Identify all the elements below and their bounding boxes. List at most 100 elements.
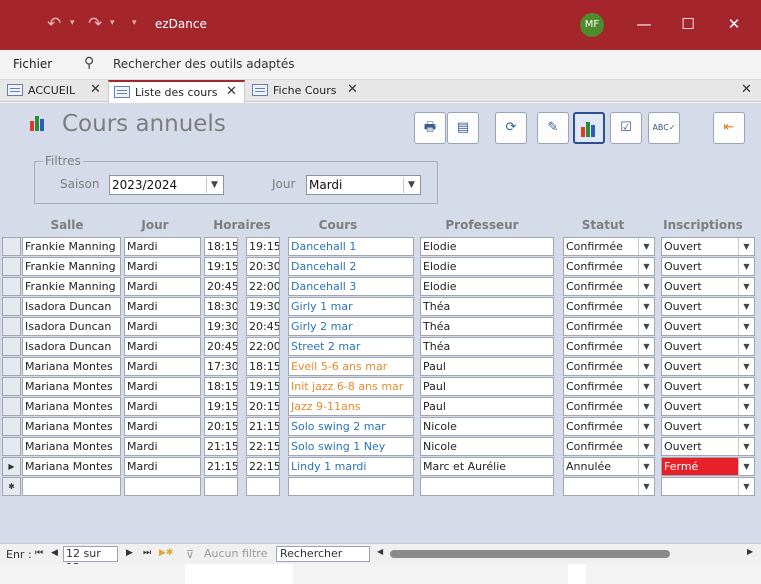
cell-debut[interactable]: 18:15 — [204, 237, 238, 256]
cell-inscr[interactable]: Ouvert ▼ — [661, 397, 755, 416]
first-record-icon[interactable]: ⏮ — [35, 548, 43, 558]
refresh-button[interactable]: ⟳ — [495, 112, 527, 144]
cell-jour[interactable]: Mardi — [124, 277, 201, 296]
tab-liste-des-cours[interactable]: Liste des cours ✕ — [108, 80, 245, 103]
cell-salle[interactable]: Isadora Duncan — [22, 337, 121, 356]
cell-cours[interactable]: Girly 1 mar — [288, 297, 414, 316]
cell-fin[interactable]: 19:30 — [246, 297, 280, 316]
record-search-input[interactable]: Rechercher — [276, 546, 370, 562]
chevron-down-icon[interactable]: ▼ — [638, 378, 654, 395]
cell-prof[interactable]: Théa — [420, 337, 554, 356]
tell-me-search[interactable]: Rechercher des outils adaptés — [113, 57, 295, 71]
cell-prof[interactable]: Paul — [420, 377, 554, 396]
chevron-down-icon[interactable]: ▼ — [638, 398, 654, 415]
cell-cours[interactable]: Dancehall 3 — [288, 277, 414, 296]
row-selector[interactable]: ▶ — [2, 457, 21, 476]
cell-statut[interactable]: Confirmée ▼ — [563, 417, 655, 436]
chevron-down-icon[interactable]: ▼ — [738, 438, 754, 455]
cell-fin[interactable]: 18:15 — [246, 357, 280, 376]
chevron-down-icon[interactable]: ▼ — [738, 478, 754, 495]
close-button[interactable]: ✕ — [723, 13, 745, 35]
undo-icon[interactable]: ↶ — [47, 14, 61, 34]
search-icon[interactable]: ⚲ — [84, 55, 94, 71]
cell-salle[interactable] — [22, 477, 121, 496]
cell-cours[interactable]: Dancehall 1 — [288, 237, 414, 256]
cell-inscr[interactable]: Ouvert ▼ — [661, 337, 755, 356]
row-selector[interactable] — [2, 277, 21, 296]
cell-cours[interactable]: Eveil 5-6 ans mar — [288, 357, 414, 376]
cell-cours[interactable]: Solo swing 2 mar — [288, 417, 414, 436]
row-selector[interactable] — [2, 357, 21, 376]
chevron-down-icon[interactable]: ▼ — [638, 438, 654, 455]
cell-debut[interactable]: 19:15 — [204, 257, 238, 276]
cell-statut[interactable]: Confirmée ▼ — [563, 337, 655, 356]
row-selector[interactable] — [2, 377, 21, 396]
cell-cours[interactable]: Girly 2 mar — [288, 317, 414, 336]
row-selector[interactable] — [2, 437, 21, 456]
print-preview-button[interactable]: 🖶 — [414, 112, 446, 144]
cell-salle[interactable]: Mariana Montes — [22, 377, 121, 396]
cell-jour[interactable]: Mardi — [124, 317, 201, 336]
maximize-button[interactable]: ☐ — [677, 13, 699, 35]
close-icon[interactable]: ✕ — [226, 84, 237, 99]
new-record-icon[interactable]: ▶✱ — [159, 548, 173, 558]
close-document-icon[interactable]: ✕ — [741, 82, 752, 97]
new-row-selector[interactable]: ✱ — [2, 477, 21, 496]
row-selector[interactable] — [2, 257, 21, 276]
cell-statut[interactable]: Confirmée ▼ — [563, 237, 655, 256]
cell-salle[interactable]: Frankie Manning — [22, 257, 121, 276]
scroll-right-icon[interactable]: ▶ — [747, 547, 753, 556]
cell-statut[interactable]: Confirmée ▼ — [563, 357, 655, 376]
exit-button[interactable]: ⇤ — [713, 112, 745, 144]
cell-salle[interactable]: Frankie Manning — [22, 277, 121, 296]
chevron-down-icon[interactable]: ▼ — [738, 458, 754, 475]
season-select[interactable]: 2023/2024 ▼ — [109, 175, 224, 195]
chevron-down-icon[interactable]: ▼ — [738, 358, 754, 375]
cell-fin[interactable]: 21:15 — [246, 417, 280, 436]
cell-debut[interactable]: 19:30 — [204, 317, 238, 336]
cell-inscr[interactable]: Ouvert ▼ — [661, 317, 755, 336]
row-selector[interactable] — [2, 317, 21, 336]
cell-jour[interactable]: Mardi — [124, 297, 201, 316]
cell-inscr[interactable]: Ouvert ▼ — [661, 237, 755, 256]
row-selector[interactable] — [2, 237, 21, 256]
cell-statut[interactable]: Confirmée ▼ — [563, 297, 655, 316]
chevron-down-icon[interactable]: ▼ — [638, 478, 654, 495]
cell-salle[interactable]: Mariana Montes — [22, 457, 121, 476]
cell-cours[interactable]: Lindy 1 mardi — [288, 457, 414, 476]
cell-prof[interactable]: Marc et Aurélie — [420, 457, 554, 476]
cell-inscr[interactable]: Ouvert ▼ — [661, 437, 755, 456]
cell-prof[interactable]: Nicole — [420, 437, 554, 456]
redo-icon[interactable]: ↷ — [88, 14, 102, 34]
avatar[interactable]: MF — [580, 13, 604, 37]
cell-debut[interactable]: 18:15 — [204, 377, 238, 396]
chevron-down-icon[interactable]: ▼ — [638, 358, 654, 375]
chevron-down-icon[interactable]: ▼ — [638, 318, 654, 335]
horizontal-scrollbar[interactable]: ◀ ▶ — [377, 547, 757, 560]
chevron-down-icon[interactable]: ▼ — [738, 398, 754, 415]
statistics-button[interactable] — [573, 112, 605, 144]
filter-status[interactable]: Aucun filtre — [204, 547, 267, 560]
cell-statut[interactable]: Confirmée ▼ — [563, 437, 655, 456]
spellcheck-button[interactable]: ABC✓ — [648, 112, 680, 144]
cell-cours[interactable]: Dancehall 2 — [288, 257, 414, 276]
cell-debut[interactable]: 20:15 — [204, 417, 238, 436]
cell-salle[interactable]: Mariana Montes — [22, 357, 121, 376]
tab-accueil[interactable]: ACCUEIL ✕ — [2, 80, 105, 102]
edit-button[interactable]: ✎ — [537, 112, 569, 144]
cell-jour[interactable]: Mardi — [124, 437, 201, 456]
scroll-left-icon[interactable]: ◀ — [377, 547, 383, 556]
cell-prof[interactable]: Théa — [420, 317, 554, 336]
cell-prof[interactable]: Théa — [420, 297, 554, 316]
record-position-input[interactable]: 12 sur 12 — [63, 546, 118, 574]
chevron-down-icon[interactable]: ▼ — [638, 238, 654, 255]
chevron-down-icon[interactable]: ▼ — [738, 418, 754, 435]
row-selector[interactable] — [2, 397, 21, 416]
cell-fin[interactable]: 20:45 — [246, 317, 280, 336]
cell-prof[interactable]: Paul — [420, 397, 554, 416]
cell-prof[interactable] — [420, 477, 554, 496]
cell-inscr[interactable]: Fermé ▼ — [661, 457, 755, 476]
cell-jour[interactable]: Mardi — [124, 237, 201, 256]
cell-statut[interactable]: Confirmée ▼ — [563, 377, 655, 396]
cell-inscr[interactable]: Ouvert ▼ — [661, 257, 755, 276]
